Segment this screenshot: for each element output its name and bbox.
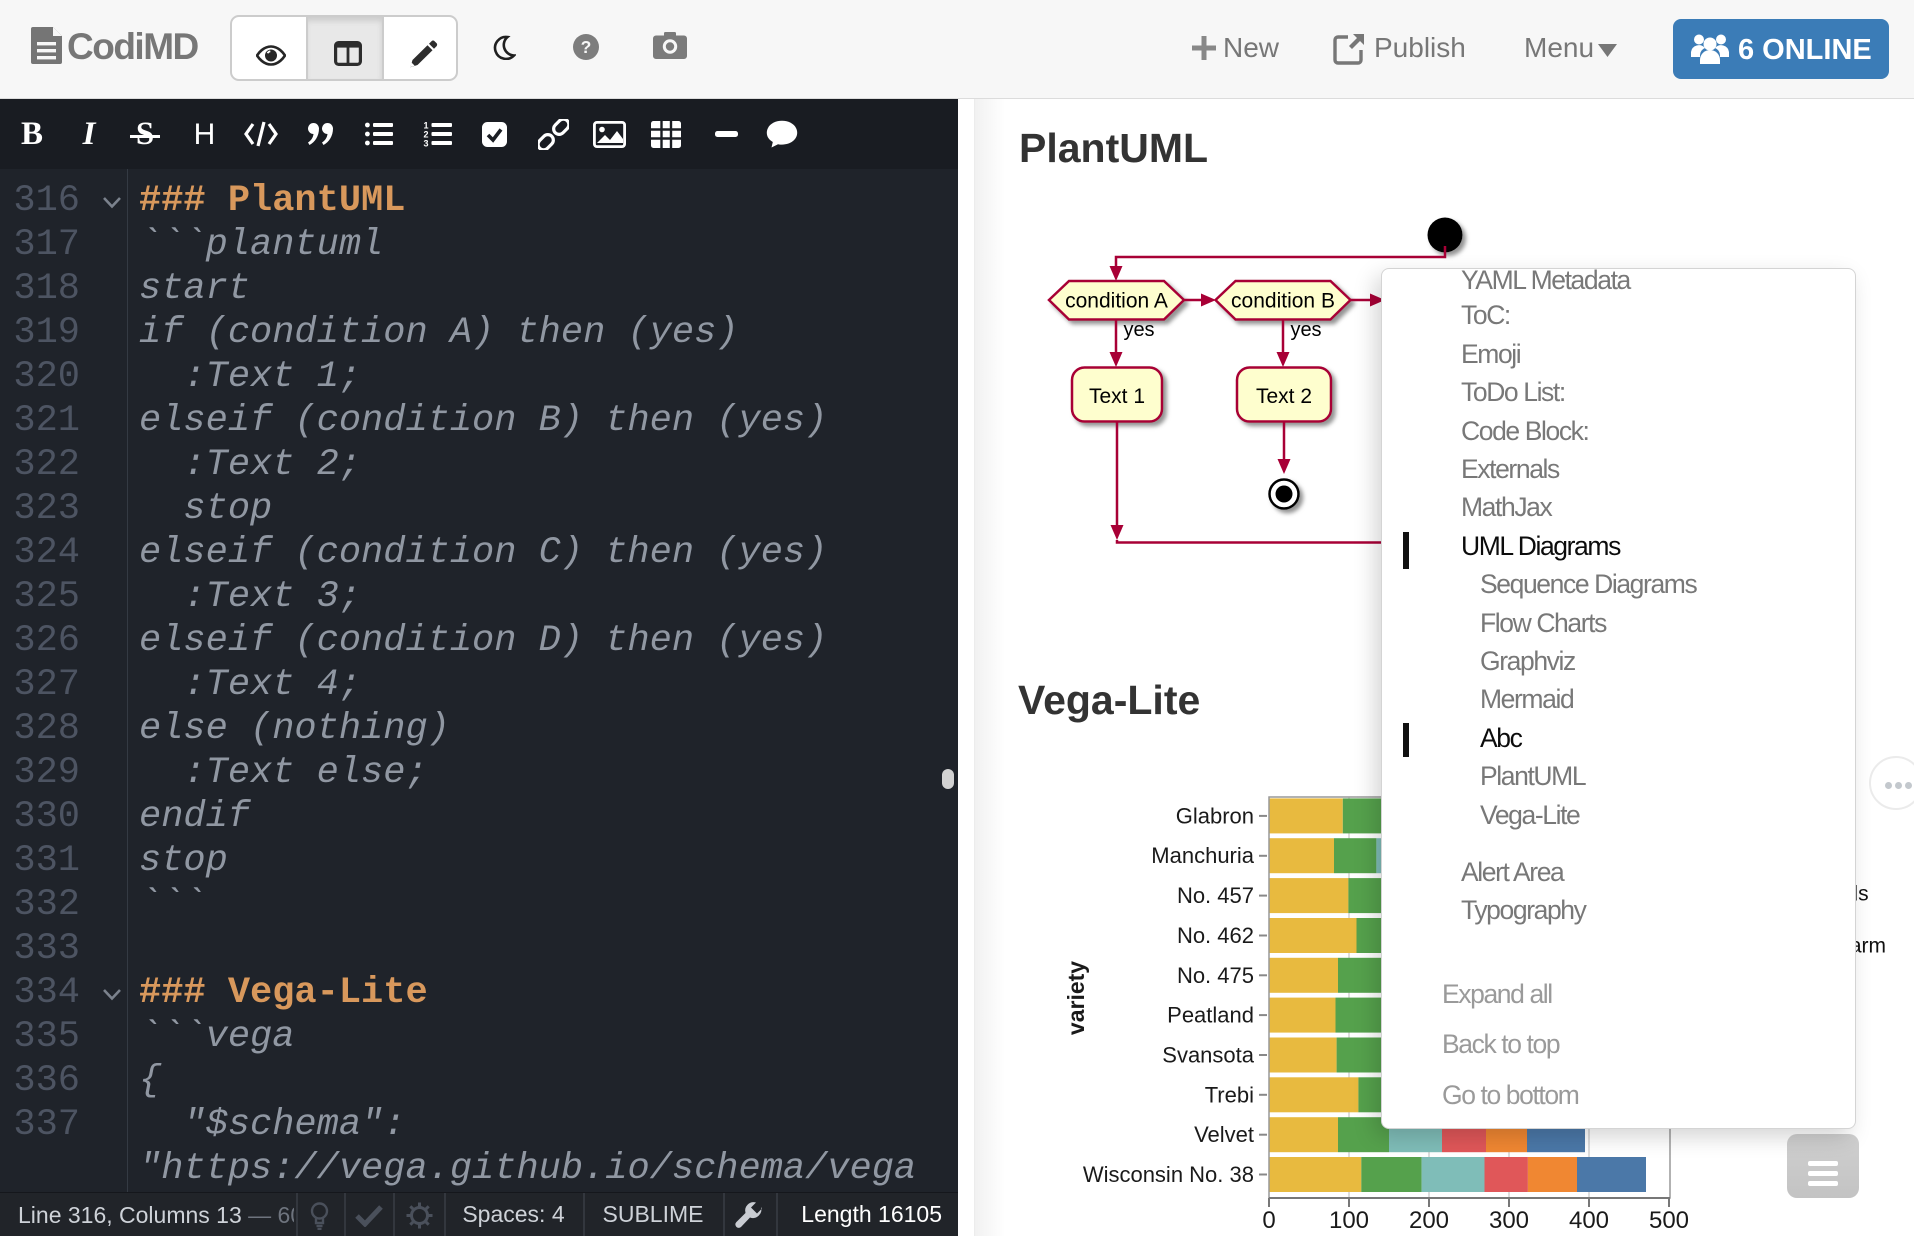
svg-text:?: ?	[581, 37, 592, 57]
svg-text:Peatland: Peatland	[1167, 1003, 1254, 1028]
svg-text:No. 475: No. 475	[1177, 963, 1254, 988]
svg-text:Wisconsin No. 38: Wisconsin No. 38	[1083, 1162, 1254, 1187]
svg-text:Velvet: Velvet	[1194, 1122, 1254, 1147]
svg-text:200: 200	[1409, 1207, 1449, 1234]
svg-text:500: 500	[1649, 1207, 1689, 1234]
svg-text:No. 462: No. 462	[1177, 923, 1254, 948]
svg-text:100: 100	[1329, 1207, 1369, 1234]
svg-text:Svansota: Svansota	[1162, 1043, 1254, 1068]
svg-text:Trebi: Trebi	[1205, 1082, 1254, 1107]
svg-text:variety: variety	[1063, 961, 1089, 1035]
svg-text:Manchuria: Manchuria	[1151, 843, 1254, 868]
svg-text:300: 300	[1489, 1207, 1529, 1234]
svg-text:400: 400	[1569, 1207, 1609, 1234]
svg-text:Glabron: Glabron	[1176, 803, 1254, 828]
svg-text:3: 3	[423, 139, 428, 148]
svg-text:0: 0	[1262, 1207, 1275, 1234]
svg-text:No. 457: No. 457	[1177, 883, 1254, 908]
